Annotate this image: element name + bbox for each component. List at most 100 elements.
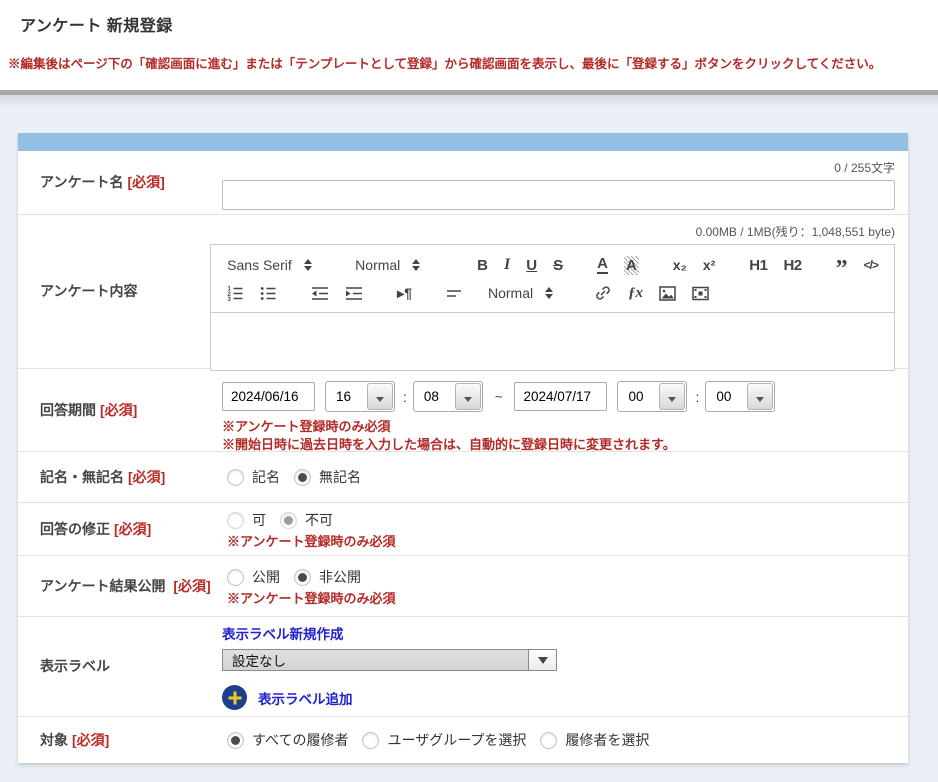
radio-public[interactable]: 公開 — [227, 567, 280, 587]
bullet-list-icon — [260, 285, 277, 302]
end-minute-input[interactable] — [706, 382, 746, 411]
bold-button[interactable]: B — [469, 253, 496, 277]
display-label-select-button[interactable] — [529, 650, 556, 670]
end-date-input[interactable] — [514, 382, 607, 411]
font-select[interactable]: Sans Serif — [219, 257, 321, 273]
chevron-down-icon — [538, 657, 548, 664]
header2-button[interactable]: H2 — [775, 253, 809, 277]
bullet-list-button[interactable] — [252, 281, 285, 305]
result-note: ※アンケート登録時のみ必須 — [222, 590, 895, 608]
indent-button[interactable] — [337, 281, 371, 305]
updown-icon — [304, 259, 312, 271]
svg-text:3: 3 — [228, 297, 232, 302]
editor-content-area[interactable] — [211, 313, 894, 370]
align-button[interactable] — [438, 281, 470, 305]
required-badge: [必須] — [173, 578, 210, 594]
radio-circle — [540, 732, 557, 749]
radio-named[interactable]: 記名 — [227, 467, 280, 487]
period-note-2: ※開始日時に過去日時を入力した場合は、自動的に登録日時に変更されます。 — [222, 436, 895, 454]
subscript-button[interactable]: x₂ — [665, 253, 695, 277]
end-hour-dropdown-button[interactable] — [659, 383, 685, 410]
required-badge: [必須] — [127, 174, 164, 190]
start-minute-spinner — [413, 381, 483, 412]
size-select[interactable]: Normal — [347, 257, 443, 273]
row-result-publication: アンケート結果公開 [必須] 公開 非公開 ※アンケート登録時のみ必須 — [18, 556, 908, 617]
radio-user-group[interactable]: ユーザグループを選択 — [362, 730, 526, 750]
updown-icon — [412, 259, 420, 271]
survey-form-panel: アンケート名[必須] 0 / 255文字 アンケート内容 0.00MB / 1M… — [18, 133, 908, 763]
video-button[interactable] — [684, 281, 717, 305]
add-display-label-link[interactable]: 表示ラベル追加 — [258, 688, 353, 708]
answer-modification-label: 回答の修正[必須] — [18, 503, 222, 555]
row-anonymity: 記名・無記名[必須] 記名 無記名 — [18, 452, 908, 503]
radio-circle — [294, 569, 311, 586]
row-display-label: 表示ラベル 表示ラベル新規作成 設定なし 表示ラベル追加 — [18, 617, 908, 717]
image-button[interactable] — [651, 281, 684, 305]
italic-button[interactable]: I — [496, 253, 518, 277]
start-hour-spinner — [325, 381, 395, 412]
modification-note: ※アンケート登録時のみ必須 — [222, 533, 895, 551]
survey-name-label: アンケート名[必須] — [18, 151, 222, 214]
text-direction-button[interactable]: ▸¶ — [389, 281, 420, 305]
survey-name-input[interactable] — [222, 180, 895, 210]
radio-circle — [362, 732, 379, 749]
link-button[interactable] — [586, 281, 620, 305]
radio-all-students[interactable]: すべての履修者 — [227, 730, 348, 750]
lineheight-select[interactable]: Normal — [480, 285, 576, 301]
display-label-select[interactable]: 設定なし — [222, 649, 557, 671]
required-badge: [必須] — [114, 521, 151, 537]
radio-circle — [294, 469, 311, 486]
end-hour-input[interactable] — [618, 382, 658, 411]
end-minute-spinner — [705, 381, 775, 412]
radio-modifiable[interactable]: 可 — [227, 510, 266, 530]
strikethrough-button[interactable]: S — [545, 253, 571, 277]
radio-private[interactable]: 非公開 — [294, 567, 361, 587]
required-badge: [必須] — [128, 469, 165, 485]
code-block-button[interactable]: </> — [856, 253, 886, 277]
chevron-down-icon — [756, 397, 764, 402]
outdent-button[interactable] — [303, 281, 337, 305]
chevron-down-icon — [464, 397, 472, 402]
start-minute-dropdown-button[interactable] — [455, 383, 481, 410]
start-hour-input[interactable] — [326, 382, 366, 411]
blockquote-button[interactable]: ” — [828, 253, 856, 277]
indent-icon — [345, 285, 363, 302]
time-colon: : — [403, 389, 407, 405]
radio-circle — [280, 512, 297, 529]
target-label: 対象[必須] — [18, 717, 222, 763]
link-icon — [594, 284, 612, 302]
start-date-input[interactable] — [222, 382, 315, 411]
radio-circle — [227, 469, 244, 486]
char-counter: 0 / 255文字 — [222, 159, 895, 176]
superscript-button[interactable]: x² — [695, 253, 723, 277]
end-minute-dropdown-button[interactable] — [747, 383, 773, 410]
ordered-list-icon: 123 — [227, 285, 244, 302]
radio-anonymous[interactable]: 無記名 — [294, 467, 361, 487]
display-label-select-value: 設定なし — [223, 650, 529, 670]
radio-not-modifiable[interactable]: 不可 — [280, 510, 333, 530]
anonymity-label: 記名・無記名[必須] — [18, 452, 222, 502]
text-color-button[interactable]: A — [589, 253, 616, 277]
editor-toolbar: Sans Serif Normal B I U S A — [211, 245, 894, 313]
create-display-label-link[interactable]: 表示ラベル新規作成 — [222, 623, 895, 643]
answer-period-label: 回答期間[必須] — [18, 369, 222, 451]
start-hour-dropdown-button[interactable] — [367, 383, 393, 410]
radio-circle — [227, 732, 244, 749]
add-icon[interactable] — [222, 685, 247, 710]
result-publication-label: アンケート結果公開 [必須] — [18, 556, 222, 616]
underline-button[interactable]: U — [518, 253, 545, 277]
background-color-button[interactable]: A — [616, 253, 647, 277]
ordered-list-button[interactable]: 123 — [219, 281, 252, 305]
page-body: アンケート名[必須] 0 / 255文字 アンケート内容 0.00MB / 1M… — [0, 95, 938, 782]
image-icon — [659, 286, 676, 301]
header1-button[interactable]: H1 — [741, 253, 775, 277]
row-answer-modification: 回答の修正[必須] 可 不可 ※アンケート登録時のみ必須 — [18, 503, 908, 556]
page-header: アンケート 新規登録 ※編集後はページ下の「確認画面に進む」または「テンプレート… — [0, 0, 938, 90]
range-separator: ~ — [495, 389, 503, 404]
rich-text-editor: Sans Serif Normal B I U S A — [210, 244, 895, 371]
display-label-label: 表示ラベル — [18, 617, 222, 716]
start-minute-input[interactable] — [414, 382, 454, 411]
radio-select-students[interactable]: 履修者を選択 — [540, 730, 649, 750]
formula-button[interactable]: ƒx — [620, 281, 651, 305]
survey-content-label: アンケート内容 — [18, 215, 210, 368]
